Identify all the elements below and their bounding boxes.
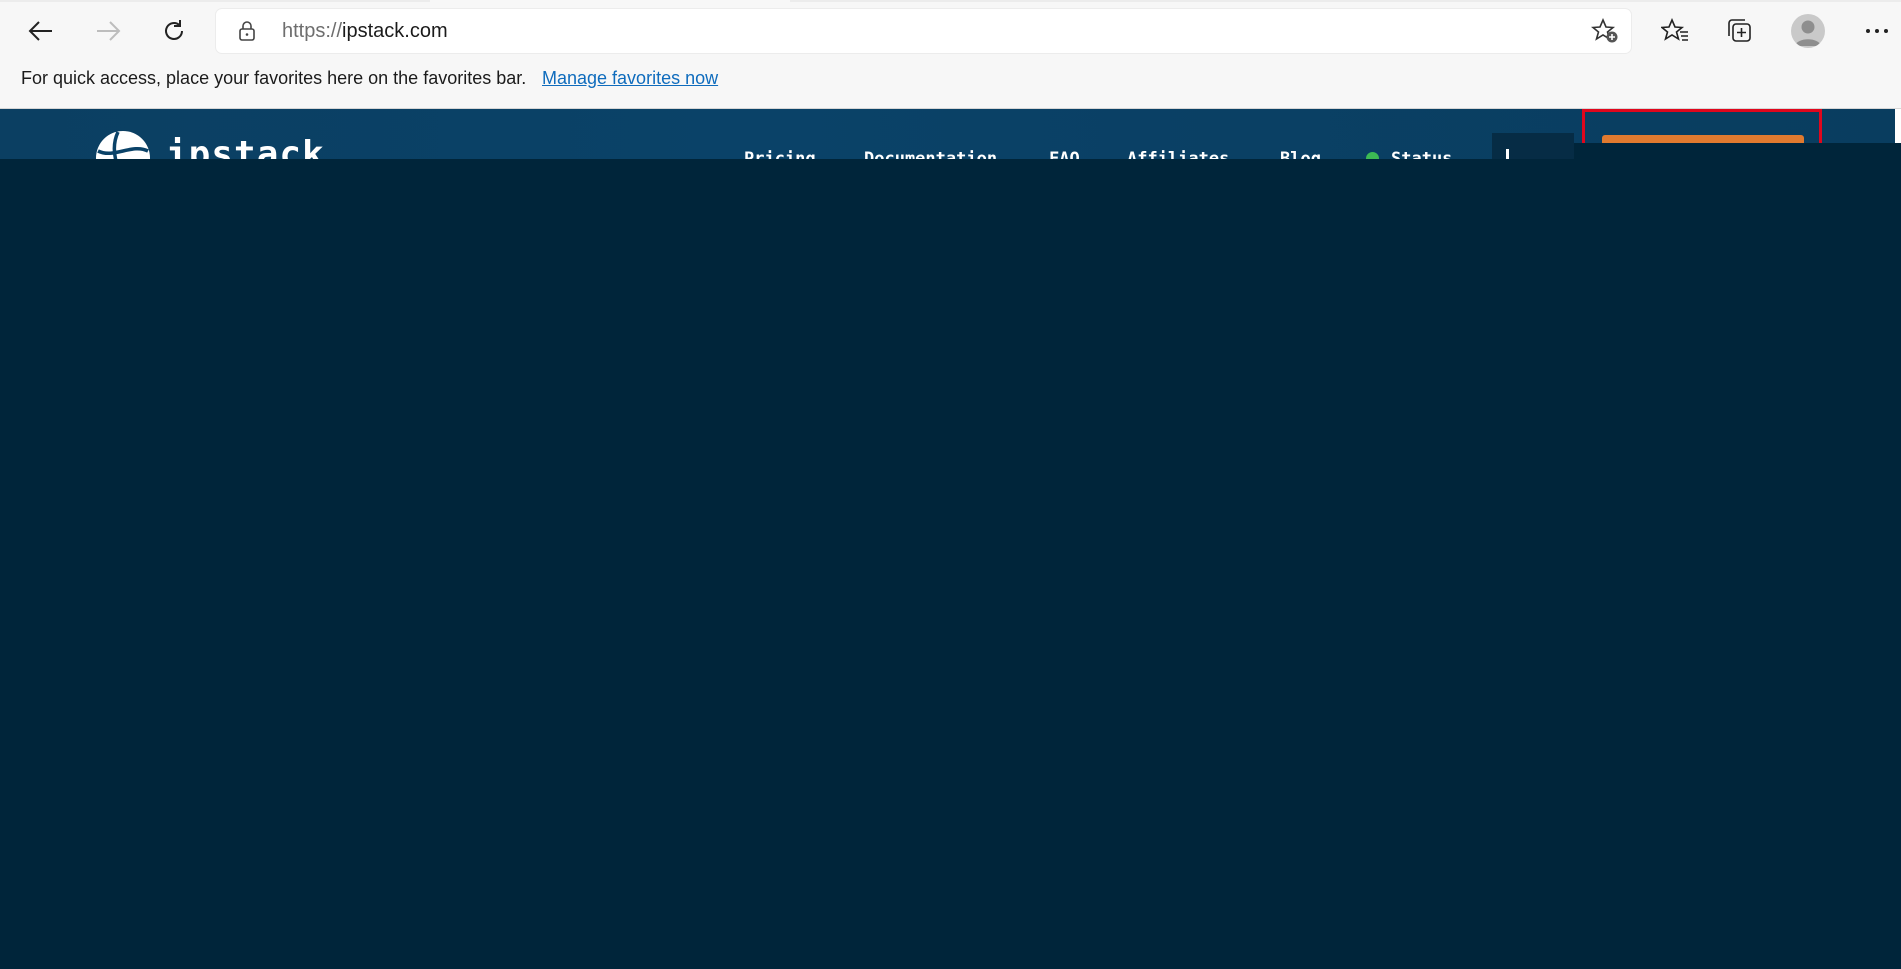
collections-icon: [1728, 19, 1751, 42]
modal-overlay[interactable]: [0, 159, 1901, 969]
manage-favorites-link[interactable]: Manage favorites now: [542, 68, 718, 89]
globe-logo-icon: [96, 131, 150, 159]
favorites-icon: [1661, 18, 1688, 41]
url-text: https://ipstack.com: [282, 20, 448, 42]
star-plus-icon[interactable]: [1590, 17, 1619, 49]
lock-icon[interactable]: [238, 20, 256, 47]
nav-documentation[interactable]: Documentation: [864, 149, 997, 159]
nav-status[interactable]: Status: [1391, 149, 1452, 159]
back-button[interactable]: [20, 10, 62, 52]
forward-button[interactable]: [87, 10, 129, 52]
back-arrow-icon: [28, 21, 52, 41]
nav-faq[interactable]: FAQ: [1049, 149, 1080, 159]
browser-toolbar: https://ipstack.com: [0, 0, 1901, 61]
modal-overlay-notch: [1574, 143, 1901, 159]
refresh-button[interactable]: [153, 10, 195, 52]
favorites-button[interactable]: [1654, 10, 1696, 52]
nav-affiliates[interactable]: Affiliates: [1127, 149, 1229, 159]
nav-blog[interactable]: Blog: [1280, 149, 1321, 159]
collections-button[interactable]: [1719, 10, 1761, 52]
login-tab[interactable]: [1492, 133, 1574, 159]
site-logo[interactable]: ipstack: [94, 129, 325, 159]
refresh-icon: [165, 20, 183, 40]
tab-strip-edge: [790, 0, 1901, 2]
profile-avatar-icon[interactable]: [1791, 14, 1825, 48]
favorites-bar-message: For quick access, place your favorites h…: [21, 68, 527, 88]
forward-arrow-icon: [97, 21, 121, 41]
tab-strip-edge: [0, 0, 430, 2]
logo-text: ipstack: [166, 134, 325, 160]
login-tab-text-fragment: [1506, 149, 1509, 159]
status-indicator-icon: [1366, 152, 1379, 159]
more-button[interactable]: [1856, 10, 1898, 52]
nav-pricing[interactable]: Pricing: [744, 149, 816, 159]
more-dots-icon: [1866, 29, 1888, 33]
address-bar[interactable]: https://ipstack.com: [216, 9, 1631, 53]
